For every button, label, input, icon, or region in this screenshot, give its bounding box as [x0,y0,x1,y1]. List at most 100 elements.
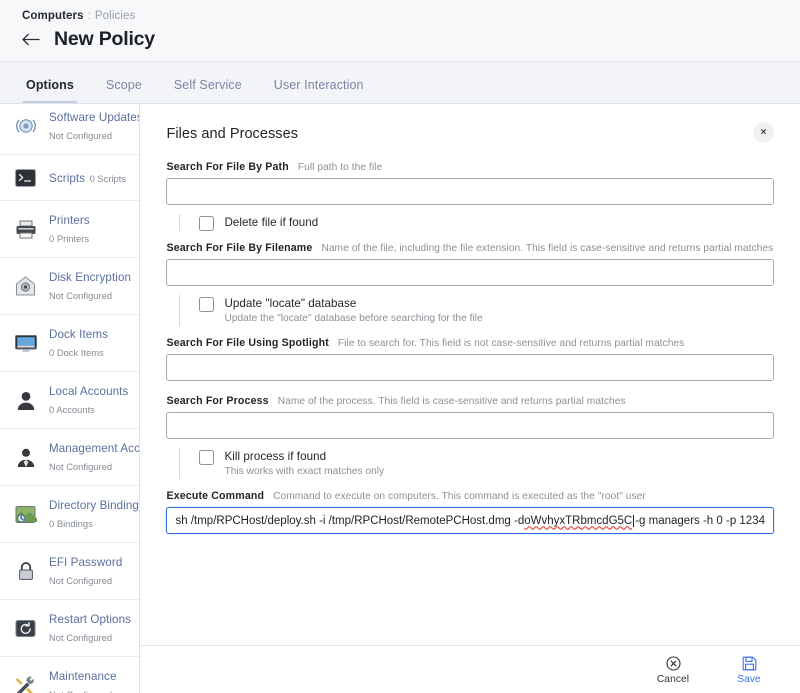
sidebar-item-text: Disk Encryption Not Configured [49,268,128,304]
field-header: Search For File By Filename Name of the … [166,242,774,254]
sidebar-item-dock-items[interactable]: Dock Items 0 Dock Items [0,315,139,372]
sidebar-item-restart-options[interactable]: Restart Options Not Configured [0,600,139,657]
sidebar-item-text: Maintenance Not Configured [49,667,128,693]
policy-editor-window: Computers: Policies New Policy Options Sc… [0,0,800,693]
field-label: Execute Command [166,490,264,502]
page-title: New Policy [54,28,155,50]
search-for-process-input[interactable] [166,412,774,439]
restart-options-icon [13,616,38,641]
field-label: Search For Process [166,395,268,407]
local-accounts-icon [13,388,38,413]
checkbox-body: Update "locate" database Update the "loc… [199,295,482,326]
save-button[interactable]: Save [726,655,772,685]
tab-scope[interactable]: Scope [106,78,142,103]
sidebar-item-text: Scripts 0 Scripts [49,169,128,187]
sidebar-item-status: Not Configured [49,461,112,472]
field-execute-command: Execute Command Command to execute on co… [166,490,774,534]
update-locate-checkbox[interactable] [199,297,214,312]
checkbox-sublabel: This works with exact matches only [224,465,384,479]
sidebar-item-text: Restart Options Not Configured [49,610,128,646]
indent-rail [179,448,180,479]
sidebar-item-text: Management Accounts Not Configured [49,439,128,475]
sidebar-item-label: Directory Bindings [49,499,140,512]
breadcrumb: Computers: Policies [22,9,800,23]
checkbox-label: Update "locate" database [224,296,482,311]
sidebar-item-label: Management Accounts [49,442,140,455]
cancel-button-label: Cancel [657,674,689,685]
checkbox-label: Kill process if found [224,449,384,464]
sidebar-item-status: 0 Dock Items [49,347,104,358]
panel-title: Files and Processes [166,122,298,142]
sidebar-item-status: Not Configured [49,689,112,693]
sidebar-item-local-accounts[interactable]: Local Accounts 0 Accounts [0,372,139,429]
field-label: Search For File By Path [166,161,288,173]
checkbox-delete-file-if-found: Delete file if found [166,214,774,231]
files-and-processes-panel: Files and Processes × Search For File By… [140,104,800,693]
sidebar-item-label: Maintenance [49,670,117,683]
field-search-file-using-spotlight: Search For File Using Spotlight File to … [166,337,774,381]
scripts-terminal-icon [13,165,38,190]
checkbox-label: Delete file if found [224,215,318,230]
printer-icon [13,217,38,242]
field-help-text: Command to execute on computers. This co… [273,491,646,502]
checkbox-body: Delete file if found [199,214,318,231]
software-updates-icon [13,114,38,139]
sidebar-item-management-accounts[interactable]: Management Accounts Not Configured [0,429,139,486]
editor-body: Software Updates Not Configured Scripts … [0,104,800,693]
sidebar-item-status: 0 Scripts [90,173,126,184]
checkbox-text: Delete file if found [224,215,318,230]
title-row: New Policy [22,28,800,50]
tab-bar: Options Scope Self Service User Interact… [0,62,800,104]
execute-command-value-suffix: -g managers -h 0 -p 1234 [635,515,765,527]
search-file-using-spotlight-input[interactable] [166,354,774,381]
sidebar-item-software-updates[interactable]: Software Updates Not Configured [0,104,139,155]
sidebar-item-status: Not Configured [49,290,112,301]
dock-items-icon [13,331,38,356]
disk-encryption-icon [13,274,38,299]
cancel-circle-x-icon [666,655,681,672]
sidebar-item-scripts[interactable]: Scripts 0 Scripts [0,155,139,201]
execute-command-input[interactable]: sh /tmp/RPCHost/deploy.sh -i /tmp/RPCHos… [166,507,774,534]
back-arrow-icon[interactable] [22,30,41,49]
tab-self-service[interactable]: Self Service [174,78,242,103]
panel-footer: Cancel Save [140,645,800,693]
checkbox-body: Kill process if found This works with ex… [199,448,384,479]
search-file-by-path-input[interactable] [166,178,774,205]
sidebar-item-text: EFI Password Not Configured [49,553,128,589]
checkbox-sublabel: Update the "locate" database before sear… [224,312,482,326]
breadcrumb-root[interactable]: Computers [22,10,84,22]
sidebar-item-text: Software Updates Not Configured [49,108,128,144]
panel-header: Files and Processes × [166,122,774,143]
close-icon[interactable]: × [753,122,774,143]
field-label: Search For File By Filename [166,242,312,254]
field-help-text: Name of the process. This field is case-… [278,396,626,407]
kill-process-checkbox[interactable] [199,450,214,465]
sidebar-item-status: 0 Bindings [49,518,93,529]
sidebar-item-status: 0 Accounts [49,404,95,415]
management-accounts-icon [13,445,38,470]
field-header: Search For File By Path Full path to the… [166,161,774,173]
sidebar-item-label: Scripts [49,172,85,185]
tab-user-interaction[interactable]: User Interaction [274,78,364,103]
sidebar-item-label: EFI Password [49,556,122,569]
sidebar-item-directory-bindings[interactable]: Directory Bindings 0 Bindings [0,486,139,543]
payload-sidebar[interactable]: Software Updates Not Configured Scripts … [0,104,140,693]
maintenance-tools-icon [13,673,38,693]
sidebar-item-printers[interactable]: Printers 0 Printers [0,201,139,258]
breadcrumb-leaf[interactable]: Policies [95,10,135,22]
tab-options[interactable]: Options [26,78,74,103]
field-header: Execute Command Command to execute on co… [166,490,774,502]
field-search-for-process: Search For Process Name of the process. … [166,395,774,439]
sidebar-item-status: Not Configured [49,632,112,643]
sidebar-item-label: Restart Options [49,613,131,626]
sidebar-item-maintenance[interactable]: Maintenance Not Configured [0,657,139,693]
cancel-button[interactable]: Cancel [650,655,696,685]
sidebar-item-efi-password[interactable]: EFI Password Not Configured [0,543,139,600]
field-header: Search For File Using Spotlight File to … [166,337,774,349]
indent-rail [179,295,180,326]
search-file-by-filename-input[interactable] [166,259,774,286]
breadcrumb-separator: : [88,10,91,22]
sidebar-item-disk-encryption[interactable]: Disk Encryption Not Configured [0,258,139,315]
checkbox-text: Kill process if found This works with ex… [224,449,384,479]
delete-file-checkbox[interactable] [199,216,214,231]
